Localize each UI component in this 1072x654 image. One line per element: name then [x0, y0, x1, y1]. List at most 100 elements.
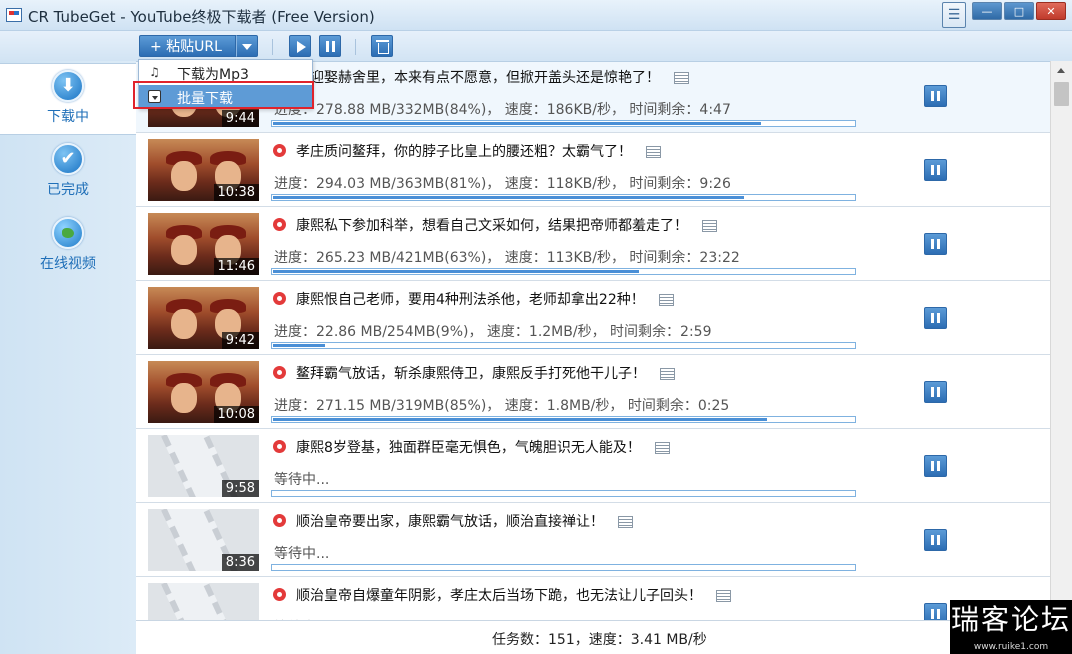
watermark-text: 瑞客论坛 [950, 603, 1071, 636]
scroll-up-arrow-icon[interactable] [1051, 61, 1072, 79]
app-logo-icon [6, 8, 22, 22]
pause-download-button[interactable] [924, 307, 947, 329]
video-thumbnail: 10:38 [148, 139, 259, 201]
pause-download-button[interactable] [924, 233, 947, 255]
description-icon[interactable] [658, 294, 674, 306]
close-button[interactable]: ✕ [1036, 2, 1066, 20]
sidebar-item-completed[interactable]: ✔ 已完成 [0, 137, 136, 209]
title-bar: CR TubeGet - YouTube终极下载者 (Free Version)… [0, 0, 1072, 31]
description-icon[interactable] [646, 146, 661, 158]
checkmark-icon: ✔ [52, 143, 84, 175]
progress-bar-fill [273, 196, 744, 199]
thumbnail-figure [171, 309, 197, 339]
download-row[interactable]: 10:08 鳌拜霸气放话，斩杀康熙侍卫，康熙反手打死他干儿子！ 进度：271.15 … [136, 355, 1050, 429]
description-icon[interactable] [702, 220, 717, 232]
video-title: 鳌拜霸气放话，斩杀康熙侍卫，康熙反手打死他干儿子！ [296, 363, 675, 383]
description-icon[interactable] [716, 590, 731, 602]
video-title: 康熙恨自己老师，要用4种刑法杀他，老师却拿出22种！ [296, 289, 674, 309]
scroll-thumb[interactable] [1054, 82, 1069, 106]
download-progress-text: 进度：278.88 MB/332MB(84%)， 速度：186KB/秒， 时间剩… [274, 102, 731, 118]
status-bar: 任务数：151，速度：3.41 MB/秒 [136, 620, 1072, 654]
download-row[interactable]: 10:38 孝庄质问鳌拜，你的脖子比皇上的腰还粗？太霸气了！ 进度：294.03 M… [136, 133, 1050, 207]
watermark-logo: 瑞客论坛 www.ruike1.com [950, 600, 1072, 654]
toolbar-separator [272, 39, 273, 55]
video-title-text: 康熙8岁登基，独面群臣毫无惧色，气魄胆识无人能及！ [296, 440, 641, 456]
video-duration: 9:58 [221, 480, 259, 497]
download-list: 9:44 熙迎娶赫舍里，本来有点不愿意，但掀开盖头还是惊艳了！ 进度：278.88 … [136, 61, 1050, 620]
download-arrow-icon: ⬇ [52, 70, 84, 102]
window-controls: ☰ — □ ✕ [942, 2, 1066, 28]
watermark-url: www.ruike1.com [973, 642, 1049, 652]
pause-download-button[interactable] [924, 381, 947, 403]
download-row[interactable]: 8:36 顺治皇帝要出家，康熙霸气放话，顺治直接禅让！ 等待中... [136, 503, 1050, 577]
video-thumbnail: 8:36 [148, 509, 259, 571]
hamburger-menu-button[interactable]: ☰ [942, 2, 966, 28]
video-title: 顺治皇帝自爆童年阴影，孝庄太后当场下跪，也无法让儿子回头！ [296, 585, 731, 605]
download-row[interactable]: 顺治皇帝自爆童年阴影，孝庄太后当场下跪，也无法让儿子回头！等待中... [136, 577, 1050, 620]
start-all-button[interactable] [289, 35, 311, 57]
minimize-button[interactable]: — [972, 2, 1002, 20]
youtube-status-icon [273, 588, 286, 601]
video-title-text: 顺治皇帝要出家，康熙霸气放话，顺治直接禅让！ [296, 514, 604, 530]
download-row[interactable]: 9:42 康熙恨自己老师，要用4种刑法杀他，老师却拿出22种！ 进度：22.86 M… [136, 281, 1050, 355]
video-title: 孝庄质问鳌拜，你的脖子比皇上的腰还粗？太霸气了！ [296, 141, 661, 161]
progress-bar-fill [273, 418, 767, 421]
video-thumbnail: 9:42 [148, 287, 259, 349]
highlight-outline [133, 81, 314, 109]
progress-bar-fill [273, 344, 325, 347]
youtube-status-icon [273, 514, 286, 527]
progress-bar [271, 564, 856, 571]
pause-all-button[interactable] [319, 35, 341, 57]
sidebar: ⬇ 下载中 ✔ 已完成 在线视频 [0, 61, 136, 654]
video-duration: 9:42 [221, 332, 259, 349]
download-row[interactable]: 9:58 康熙8岁登基，独面群臣毫无惧色，气魄胆识无人能及！ 等待中... [136, 429, 1050, 503]
youtube-status-icon [273, 218, 286, 231]
progress-bar-fill [273, 122, 761, 125]
progress-bar [271, 120, 856, 127]
progress-bar [271, 342, 856, 349]
download-progress-text: 进度：271.15 MB/319MB(85%)， 速度：1.8MB/秒， 时间剩… [274, 398, 730, 414]
video-title: 熙迎娶赫舍里，本来有点不愿意，但掀开盖头还是惊艳了！ [296, 67, 689, 87]
pause-download-button[interactable] [924, 159, 947, 181]
video-title-text: 康熙私下参加科举，想看自己文采如何，结果把帝师都羞走了！ [296, 218, 688, 234]
maximize-button[interactable]: □ [1004, 2, 1034, 20]
description-icon[interactable] [660, 368, 675, 380]
pause-download-button[interactable] [924, 529, 947, 551]
delete-button[interactable] [371, 35, 393, 57]
film-strip-icon [161, 583, 239, 620]
pause-download-button[interactable] [924, 455, 947, 477]
description-icon[interactable] [618, 516, 633, 528]
description-icon[interactable] [674, 72, 689, 84]
video-title-text: 鳌拜霸气放话，斩杀康熙侍卫，康熙反手打死他干儿子！ [296, 366, 646, 382]
paste-url-label: + 粘贴URL [150, 39, 222, 55]
paste-url-button[interactable]: + 粘贴URL [139, 35, 236, 57]
video-duration: 10:38 [213, 184, 259, 201]
toolbar: + 粘贴URL [0, 31, 1072, 61]
globe-icon [52, 217, 84, 249]
pause-download-button[interactable] [924, 85, 947, 107]
youtube-status-icon [273, 440, 286, 453]
video-duration: 11:46 [213, 258, 259, 275]
description-icon[interactable] [654, 442, 670, 454]
video-duration: 10:08 [213, 406, 259, 423]
paste-url-dropdown-toggle[interactable] [236, 35, 258, 57]
youtube-status-icon [273, 292, 286, 305]
vertical-scrollbar[interactable] [1050, 61, 1072, 620]
status-summary: 任务数：151，速度：3.41 MB/秒 [492, 632, 707, 648]
video-thumbnail: 10:08 [148, 361, 259, 423]
progress-bar [271, 268, 856, 275]
youtube-status-icon [273, 144, 286, 157]
sidebar-item-online-video[interactable]: 在线视频 [0, 211, 136, 283]
video-thumbnail: 9:58 [148, 435, 259, 497]
progress-bar-fill [273, 270, 639, 273]
download-progress-text: 等待中... [274, 472, 330, 488]
pause-download-button[interactable] [924, 603, 947, 620]
download-row[interactable]: 11:46 康熙私下参加科举，想看自己文采如何，结果把帝师都羞走了！ 进度：265.… [136, 207, 1050, 281]
sidebar-item-label: 在线视频 [40, 256, 96, 272]
video-thumbnail [148, 583, 259, 620]
thumbnail-figure [171, 383, 197, 413]
sidebar-item-downloading[interactable]: ⬇ 下载中 [0, 63, 136, 135]
video-duration: 8:36 [221, 554, 259, 571]
download-progress-text: 进度：294.03 MB/363MB(81%)， 速度：118KB/秒， 时间剩… [274, 176, 731, 192]
video-title: 康熙私下参加科举，想看自己文采如何，结果把帝师都羞走了！ [296, 215, 717, 235]
